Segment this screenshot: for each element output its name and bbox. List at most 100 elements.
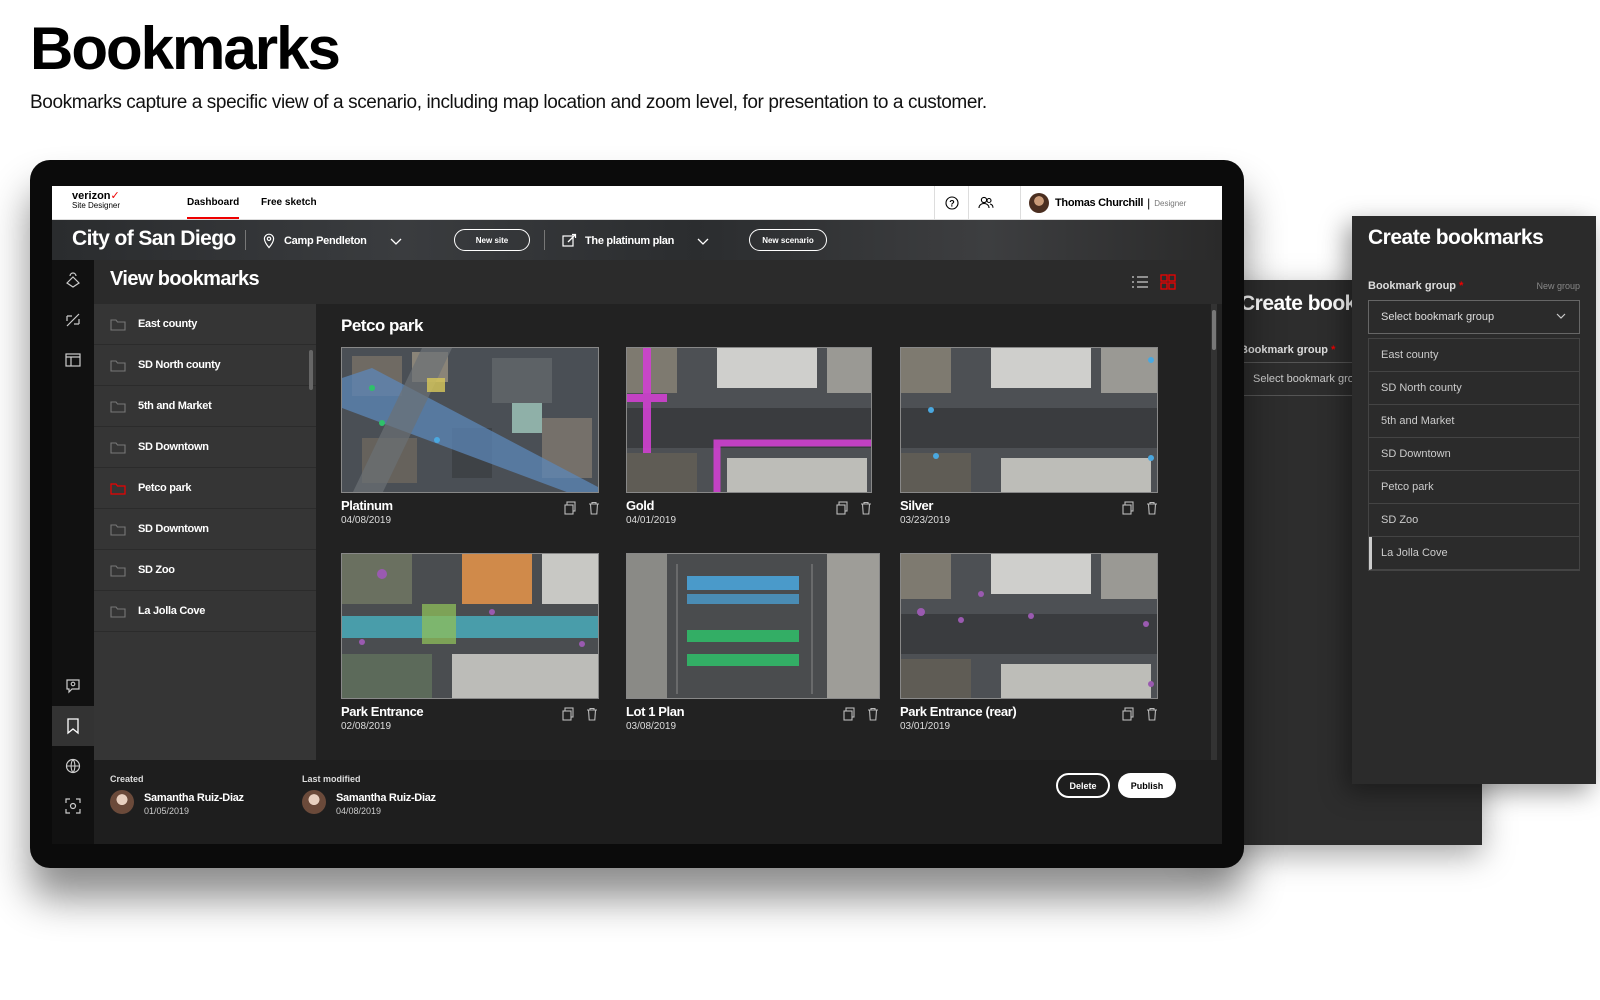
copy-icon[interactable] <box>563 501 577 515</box>
help-icon[interactable]: ? <box>934 186 968 220</box>
group-item-active[interactable]: Petco park <box>94 468 316 509</box>
group-title: Petco park <box>341 316 423 335</box>
select-placeholder: Select bookmark group <box>1381 311 1495 323</box>
scenario-selector[interactable]: The platinum plan <box>562 233 710 248</box>
create-bookmarks-panel: Create bookmarks Bookmark group * New gr… <box>1352 216 1596 784</box>
panel-title: Create bookmarks <box>1368 226 1544 249</box>
svg-text:?: ? <box>949 199 955 209</box>
scrollbar[interactable] <box>309 350 313 390</box>
list-view-icon[interactable] <box>1130 272 1150 292</box>
grid-view-icon[interactable] <box>1158 272 1178 292</box>
bookmark-name[interactable]: Park Entrance (rear) <box>900 704 1017 719</box>
new-site-button[interactable]: New site <box>454 229 530 251</box>
trash-icon[interactable] <box>866 707 880 721</box>
bookmark-date: 03/23/2019 <box>900 515 951 526</box>
user-name: Thomas Churchill <box>1055 197 1144 209</box>
top-nav: verizon✓ Site Designer Dashboard Free sk… <box>52 186 1222 220</box>
modified-date: 04/08/2019 <box>336 806 382 816</box>
copy-icon[interactable] <box>1121 501 1135 515</box>
copy-icon[interactable] <box>561 707 575 721</box>
copy-icon[interactable] <box>842 707 856 721</box>
copy-icon[interactable] <box>1121 707 1135 721</box>
bookmark-date: 04/01/2019 <box>626 515 677 526</box>
location-pin-icon <box>263 233 275 249</box>
folder-icon <box>110 359 126 372</box>
bookmark-name[interactable]: Silver <box>900 498 933 513</box>
tab-dashboard[interactable]: Dashboard <box>187 197 240 219</box>
bookmark-thumbnail[interactable] <box>900 347 1158 493</box>
scrollbar[interactable] <box>1211 304 1217 760</box>
view-title: View bookmarks <box>110 268 260 290</box>
page-subtitle: Bookmarks capture a specific view of a s… <box>30 92 987 113</box>
bookmark-group-label: Bookmark group * <box>1368 280 1464 292</box>
dropdown-option[interactable]: East county <box>1369 339 1579 372</box>
modified-by: Samantha Ruiz-Diaz <box>336 792 436 804</box>
new-scenario-button[interactable]: New scenario <box>749 229 827 251</box>
globe-icon[interactable] <box>52 746 94 786</box>
bookmark-thumbnail[interactable] <box>900 553 1158 699</box>
folder-icon <box>110 605 126 618</box>
dropdown-option-highlighted[interactable]: La Jolla Cove <box>1369 537 1579 570</box>
bookmark-icon[interactable] <box>52 706 94 746</box>
user-role: Designer <box>1154 198 1187 208</box>
dropdown-option[interactable]: SD Zoo <box>1369 504 1579 537</box>
layers-icon[interactable] <box>52 260 94 300</box>
app-screen: verizon✓ Site Designer Dashboard Free sk… <box>52 186 1222 844</box>
trash-icon[interactable] <box>585 707 599 721</box>
bookmark-thumbnail[interactable] <box>341 553 599 699</box>
dropdown-option[interactable]: SD Downtown <box>1369 438 1579 471</box>
folder-icon <box>110 564 126 577</box>
publish-button[interactable]: Publish <box>1118 773 1176 798</box>
group-item[interactable]: SD Downtown <box>94 509 316 550</box>
group-item[interactable]: SD Downtown <box>94 427 316 468</box>
team-icon[interactable] <box>968 186 1002 220</box>
new-group-link[interactable]: New group <box>1536 281 1580 291</box>
group-item[interactable]: 5th and Market <box>94 386 316 427</box>
created-label: Created <box>110 774 144 784</box>
bookmark-footer: Created Samantha Ruiz-Diaz 01/05/2019 La… <box>94 760 1222 844</box>
created-date: 01/05/2019 <box>144 806 190 816</box>
group-item[interactable]: East county <box>94 304 316 345</box>
bookmark-date: 02/08/2019 <box>341 721 392 732</box>
avatar <box>110 790 134 814</box>
bookmark-grid: Petco park Platinum 04/08/2019 Gold 04/0… <box>316 304 1222 760</box>
bookmarks-view: View bookmarks East county SD North coun… <box>94 260 1222 844</box>
bookmark-date: 04/08/2019 <box>341 515 392 526</box>
bookmark-name[interactable]: Lot 1 Plan <box>626 704 685 719</box>
dropdown-option[interactable]: Petco park <box>1369 471 1579 504</box>
avatar <box>1029 193 1049 213</box>
delete-button[interactable]: Delete <box>1056 773 1110 798</box>
avatar <box>302 790 326 814</box>
site-name: Camp Pendleton <box>284 235 367 247</box>
bookmark-thumbnail[interactable] <box>626 553 880 699</box>
bookmark-name[interactable]: Park Entrance <box>341 704 424 719</box>
group-item[interactable]: La Jolla Cove <box>94 591 316 632</box>
brand-logo[interactable]: verizon✓ Site Designer <box>72 191 120 211</box>
folder-icon <box>110 400 126 413</box>
measure-icon[interactable] <box>52 300 94 340</box>
plan-name: The platinum plan <box>585 234 675 247</box>
group-item[interactable]: SD North county <box>94 345 316 386</box>
map-marker-icon[interactable] <box>52 666 94 706</box>
bookmark-thumbnail[interactable] <box>341 347 599 493</box>
dropdown-option[interactable]: 5th and Market <box>1369 405 1579 438</box>
group-item[interactable]: SD Zoo <box>94 550 316 591</box>
bookmark-group-select[interactable]: Select bookmark group <box>1368 300 1580 334</box>
trash-icon[interactable] <box>587 501 601 515</box>
bookmark-name[interactable]: Gold <box>626 498 654 513</box>
folder-icon <box>110 523 126 536</box>
trash-icon[interactable] <box>1145 707 1159 721</box>
user-menu[interactable]: Thomas Churchill | Designer <box>1020 186 1222 220</box>
copy-icon[interactable] <box>835 501 849 515</box>
panel-layout-icon[interactable] <box>52 340 94 380</box>
focus-icon[interactable] <box>52 786 94 826</box>
bookmark-thumbnail[interactable] <box>626 347 872 493</box>
site-selector[interactable]: Camp Pendleton <box>262 233 403 249</box>
bookmark-name[interactable]: Platinum <box>341 498 393 513</box>
dropdown-option[interactable]: SD North county <box>1369 372 1579 405</box>
trash-icon[interactable] <box>1145 501 1159 515</box>
bookmark-date: 03/08/2019 <box>626 721 677 732</box>
tab-free-sketch[interactable]: Free sketch <box>261 197 317 208</box>
edit-icon <box>562 233 577 247</box>
trash-icon[interactable] <box>859 501 873 515</box>
